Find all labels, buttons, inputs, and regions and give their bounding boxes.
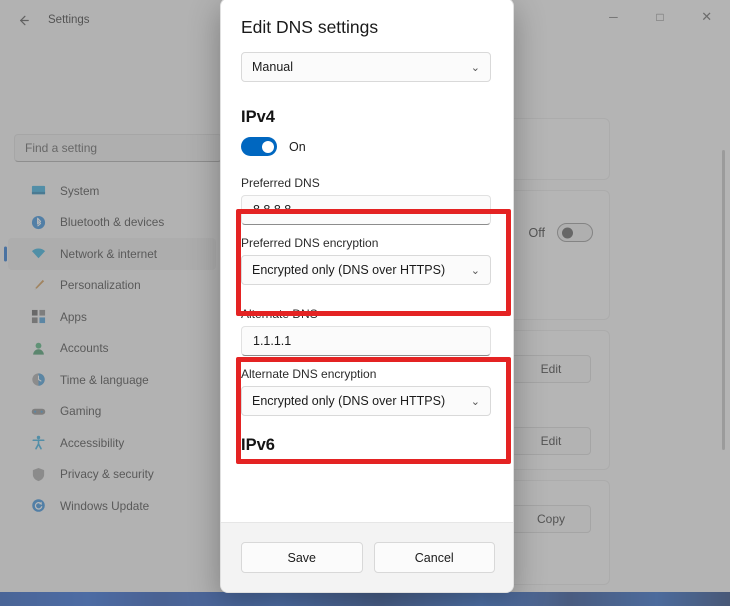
sidebar: Settings Find a setting System Bluetooth… bbox=[0, 0, 222, 592]
sidebar-item-label: Gaming bbox=[60, 404, 102, 419]
app-title: Settings bbox=[48, 14, 90, 26]
preferred-dns-encryption-dropdown[interactable]: Encrypted only (DNS over HTTPS) ⌄ bbox=[241, 255, 491, 285]
paintbrush-icon bbox=[30, 277, 46, 293]
alternate-dns-input[interactable]: 1.1.1.1 bbox=[241, 326, 491, 356]
sidebar-item-label: Accounts bbox=[60, 341, 109, 356]
alternate-dns-encryption-label: Alternate DNS encryption bbox=[241, 367, 377, 381]
alternate-dns-value: 1.1.1.1 bbox=[253, 334, 292, 348]
dns-mode-dropdown[interactable]: Manual ⌄ bbox=[241, 52, 491, 82]
metered-toggle-row: Off bbox=[529, 223, 593, 242]
search-box[interactable]: Find a setting bbox=[14, 134, 222, 162]
update-refresh-icon bbox=[30, 498, 46, 514]
sidebar-item-accessibility[interactable]: Accessibility bbox=[0, 427, 222, 459]
sidebar-item-label: Personalization bbox=[60, 278, 141, 293]
shield-icon bbox=[30, 466, 46, 482]
sidebar-item-label: Windows Update bbox=[60, 498, 150, 513]
dialog-scroll-body: Edit DNS settings Manual ⌄ IPv4 On Prefe… bbox=[221, 0, 513, 524]
screen: Settings Find a setting System Bluetooth… bbox=[0, 0, 730, 606]
ipv4-toggle-row: On bbox=[241, 137, 495, 156]
sidebar-item-label: System bbox=[60, 183, 100, 198]
sidebar-item-network-internet[interactable]: Network & internet bbox=[4, 238, 216, 270]
sidebar-item-system[interactable]: System bbox=[0, 175, 222, 207]
save-button[interactable]: Save bbox=[241, 542, 363, 573]
sidebar-item-label: Network & internet bbox=[60, 246, 158, 261]
dialog-footer: Save Cancel bbox=[221, 522, 513, 592]
sidebar-item-label: Accessibility bbox=[60, 435, 125, 450]
copy-button[interactable]: Copy bbox=[511, 505, 591, 533]
preferred-dns-encryption-label: Preferred DNS encryption bbox=[241, 236, 379, 250]
chevron-down-icon: ⌄ bbox=[470, 61, 480, 74]
sidebar-item-label: Apps bbox=[60, 309, 87, 324]
wifi-icon bbox=[30, 246, 46, 262]
sidebar-item-label: Privacy & security bbox=[60, 467, 154, 482]
close-button[interactable]: ✕ bbox=[683, 0, 730, 34]
sidebar-item-bluetooth-devices[interactable]: Bluetooth & devices bbox=[0, 207, 222, 239]
sidebar-item-time-language[interactable]: Time & language bbox=[0, 364, 222, 396]
selection-indicator bbox=[4, 246, 7, 262]
search-input[interactable]: Find a setting bbox=[14, 134, 222, 162]
sidebar-titlebar: Settings bbox=[0, 0, 222, 40]
preferred-dns-encryption-value: Encrypted only (DNS over HTTPS) bbox=[252, 263, 446, 277]
ipv6-heading: IPv6 bbox=[241, 436, 275, 452]
monitor-icon bbox=[30, 183, 46, 199]
cancel-button[interactable]: Cancel bbox=[373, 542, 495, 573]
chevron-down-icon: ⌄ bbox=[470, 264, 480, 277]
preferred-dns-input[interactable]: 8.8.8.8 bbox=[241, 195, 491, 225]
sidebar-item-gaming[interactable]: Gaming bbox=[0, 396, 222, 428]
window-controls: ─ □ ✕ bbox=[590, 0, 730, 34]
gamepad-icon bbox=[30, 403, 46, 419]
sidebar-item-label: Time & language bbox=[60, 372, 149, 387]
edit-dns-settings-dialog: Edit DNS settings Manual ⌄ IPv4 On Prefe… bbox=[220, 0, 514, 593]
sidebar-item-privacy-security[interactable]: Privacy & security bbox=[0, 459, 222, 491]
metered-state-label: Off bbox=[528, 225, 545, 240]
sidebar-item-windows-update[interactable]: Windows Update bbox=[0, 490, 222, 522]
sidebar-nav-list: System Bluetooth & devices Network & int… bbox=[0, 175, 222, 522]
bluetooth-icon bbox=[30, 214, 46, 230]
clock-globe-icon bbox=[30, 372, 46, 388]
edit-button-dns-assignment[interactable]: Edit bbox=[511, 427, 591, 455]
maximize-button[interactable]: □ bbox=[637, 0, 684, 34]
dns-mode-value: Manual bbox=[252, 60, 293, 74]
accessibility-person-icon bbox=[30, 435, 46, 451]
toggle-knob bbox=[562, 227, 573, 238]
alternate-dns-label: Alternate DNS bbox=[241, 307, 318, 321]
preferred-dns-label: Preferred DNS bbox=[241, 176, 320, 190]
ipv6-section-clipped: IPv6 bbox=[241, 436, 495, 452]
ipv4-toggle-state: On bbox=[289, 139, 306, 154]
search-placeholder: Find a setting bbox=[25, 141, 98, 155]
ipv4-heading: IPv4 bbox=[241, 108, 275, 126]
chevron-down-icon: ⌄ bbox=[470, 395, 480, 408]
sidebar-item-personalization[interactable]: Personalization bbox=[0, 270, 222, 302]
sidebar-item-accounts[interactable]: Accounts bbox=[0, 333, 222, 365]
alternate-dns-encryption-value: Encrypted only (DNS over HTTPS) bbox=[252, 394, 446, 408]
person-icon bbox=[30, 340, 46, 356]
sidebar-item-label: Bluetooth & devices bbox=[60, 215, 165, 230]
content-scrollbar[interactable] bbox=[722, 150, 725, 450]
metered-toggle[interactable] bbox=[557, 223, 593, 242]
apps-grid-icon bbox=[30, 309, 46, 325]
back-arrow-icon[interactable] bbox=[12, 9, 34, 31]
alternate-dns-encryption-dropdown[interactable]: Encrypted only (DNS over HTTPS) ⌄ bbox=[241, 386, 491, 416]
ipv4-toggle[interactable] bbox=[241, 137, 277, 156]
sidebar-item-apps[interactable]: Apps bbox=[0, 301, 222, 333]
minimize-button[interactable]: ─ bbox=[590, 0, 637, 34]
dialog-title: Edit DNS settings bbox=[241, 17, 379, 37]
edit-button-ip-assignment[interactable]: Edit bbox=[511, 355, 591, 383]
toggle-knob bbox=[262, 140, 274, 153]
preferred-dns-value: 8.8.8.8 bbox=[253, 203, 292, 217]
